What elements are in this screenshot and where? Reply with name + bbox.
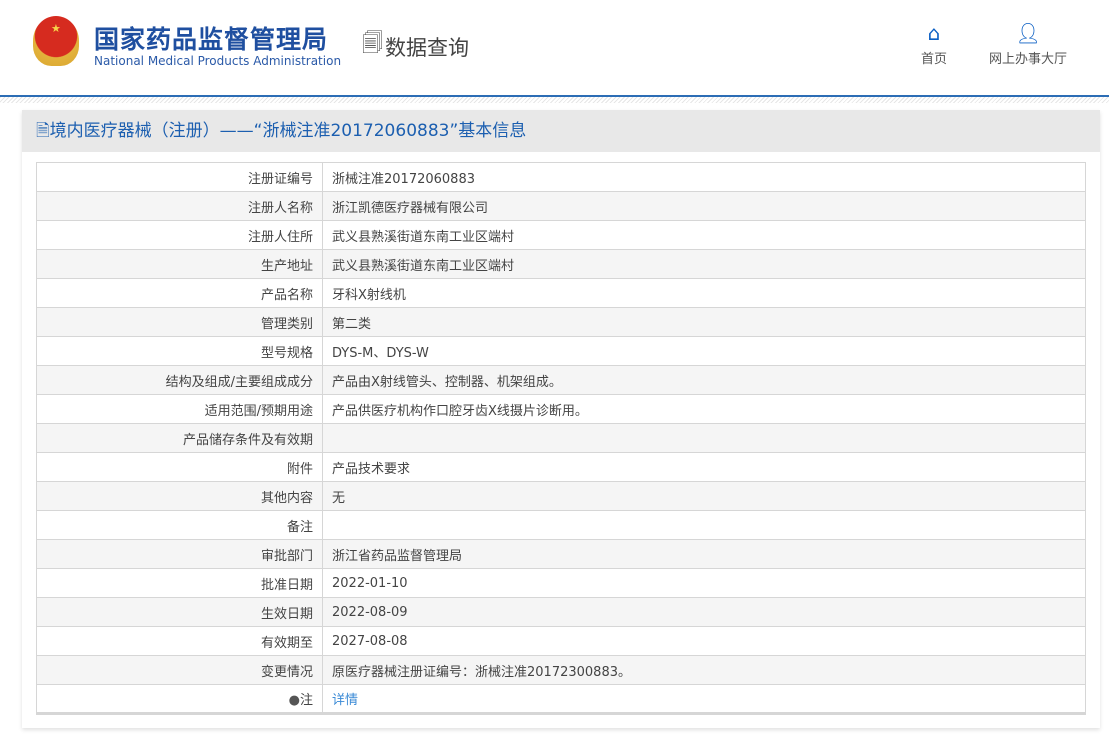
table-row: 批准日期 2022-01-10 bbox=[36, 568, 1086, 598]
table-row: 型号规格 DYS-M、DYS-W bbox=[36, 336, 1086, 366]
field-value: 无 bbox=[322, 481, 1086, 511]
table-row: 生产地址 武义县熟溪街道东南工业区端村 bbox=[36, 249, 1086, 279]
table-row: 产品储存条件及有效期 bbox=[36, 423, 1086, 453]
field-label: 适用范围/预期用途 bbox=[36, 394, 323, 424]
table-row: 备注 bbox=[36, 510, 1086, 540]
field-label: 生效日期 bbox=[36, 597, 323, 627]
document-search-icon: 🗐 bbox=[362, 31, 383, 55]
table-row: 注册证编号 浙械注准20172060883 bbox=[36, 162, 1086, 192]
table-row: 其他内容无 bbox=[36, 481, 1086, 511]
field-value: 第二类 bbox=[322, 307, 1086, 337]
field-label: 审批部门 bbox=[36, 539, 323, 569]
document-icon: 🗎 bbox=[36, 121, 50, 141]
field-value: DYS-M、DYS-W bbox=[322, 336, 1086, 366]
field-label: ●注 bbox=[36, 684, 323, 714]
field-label: 附件 bbox=[36, 452, 323, 482]
field-label: 备注 bbox=[36, 510, 323, 540]
field-value: 2022-01-10 bbox=[322, 568, 1086, 598]
field-value: 2027-08-08 bbox=[322, 626, 1086, 656]
field-value: 2022-08-09 bbox=[322, 597, 1086, 627]
national-emblem-logo: ★ bbox=[33, 16, 79, 66]
bulb-icon: ● bbox=[288, 693, 300, 708]
table-row: 有效期至 2027-08-08 bbox=[36, 626, 1086, 656]
field-value: 浙江省药品监督管理局 bbox=[322, 539, 1086, 569]
field-label: 产品储存条件及有效期 bbox=[36, 423, 323, 453]
site-logo-subtitle: National Medical Products Administration bbox=[94, 54, 342, 68]
table-row: 结构及组成/主要组成成分 产品由X射线管头、控制器、机架组成。 bbox=[36, 365, 1086, 395]
details-link[interactable]: 详情 bbox=[332, 693, 358, 708]
site-logo-title[interactable]: 国家药品监督管理局 bbox=[94, 20, 328, 56]
field-label: 产品名称 bbox=[36, 278, 323, 308]
table-row: 产品名称 牙科X射线机 bbox=[36, 278, 1086, 308]
field-label: 其他内容 bbox=[36, 481, 323, 511]
field-label: 有效期至 bbox=[36, 626, 323, 656]
user-icon: 👤︎ bbox=[1015, 21, 1041, 45]
table-row: 管理类别 第二类 bbox=[36, 307, 1086, 337]
field-value bbox=[322, 510, 1086, 540]
table-row: 注册人住所 武义县熟溪街道东南工业区端村 bbox=[36, 220, 1086, 250]
field-label: 注册人住所 bbox=[36, 220, 323, 250]
table-row: 审批部门 浙江省药品监督管理局 bbox=[36, 539, 1086, 569]
table-row: 注册人名称 浙江凯德医疗器械有限公司 bbox=[36, 191, 1086, 221]
table-row: 适用范围/预期用途 产品供医疗机构作口腔牙齿X线摄片诊断用。 bbox=[36, 394, 1086, 424]
field-label: 注册证编号 bbox=[36, 162, 323, 192]
field-label: 生产地址 bbox=[36, 249, 323, 279]
panel-title: 🗎境内医疗器械（注册）——“浙械注准20172060883”基本信息 bbox=[22, 110, 1100, 152]
field-label: 批准日期 bbox=[36, 568, 323, 598]
info-panel: 🗎境内医疗器械（注册）——“浙械注准20172060883”基本信息 注册证编号… bbox=[22, 110, 1100, 728]
field-label: 管理类别 bbox=[36, 307, 323, 337]
field-value: 武义县熟溪街道东南工业区端村 bbox=[322, 220, 1086, 250]
table-row: 变更情况 原医疗器械注册证编号：浙械注准20172300883。 bbox=[36, 655, 1086, 685]
field-value: 浙江凯德医疗器械有限公司 bbox=[322, 191, 1086, 221]
table-row: 生效日期 2022-08-09 bbox=[36, 597, 1086, 627]
field-value: 浙械注准20172060883 bbox=[322, 162, 1086, 192]
field-value: 产品由X射线管头、控制器、机架组成。 bbox=[322, 365, 1086, 395]
field-value: 产品供医疗机构作口腔牙齿X线摄片诊断用。 bbox=[322, 394, 1086, 424]
field-value: 武义县熟溪街道东南工业区端村 bbox=[322, 249, 1086, 279]
section-title: 🗐 数据查询 bbox=[362, 29, 469, 64]
field-label: 型号规格 bbox=[36, 336, 323, 366]
site-header: ★ 国家药品监督管理局 National Medical Products Ad… bbox=[0, 0, 1109, 95]
home-icon: ⌂ bbox=[927, 21, 941, 45]
field-label: 注册人名称 bbox=[36, 191, 323, 221]
field-label: 变更情况 bbox=[36, 655, 323, 685]
table-row-note: ●注 详情 bbox=[36, 684, 1086, 714]
table-row: 附件 产品技术要求 bbox=[36, 452, 1086, 482]
hatch-strip bbox=[0, 97, 1109, 103]
field-value: 牙科X射线机 bbox=[322, 278, 1086, 308]
field-label: 结构及组成/主要组成成分 bbox=[36, 365, 323, 395]
nav-home[interactable]: ⌂ 首页 bbox=[921, 22, 947, 67]
field-value bbox=[322, 423, 1086, 453]
field-value: 原医疗器械注册证编号：浙械注准20172300883。 bbox=[322, 655, 1086, 685]
field-value: 产品技术要求 bbox=[322, 452, 1086, 482]
nav-online-hall[interactable]: 👤︎ 网上办事大厅 bbox=[989, 22, 1067, 67]
info-table: 注册证编号 浙械注准20172060883 注册人名称 浙江凯德医疗器械有限公司 注册人… bbox=[36, 162, 1086, 715]
